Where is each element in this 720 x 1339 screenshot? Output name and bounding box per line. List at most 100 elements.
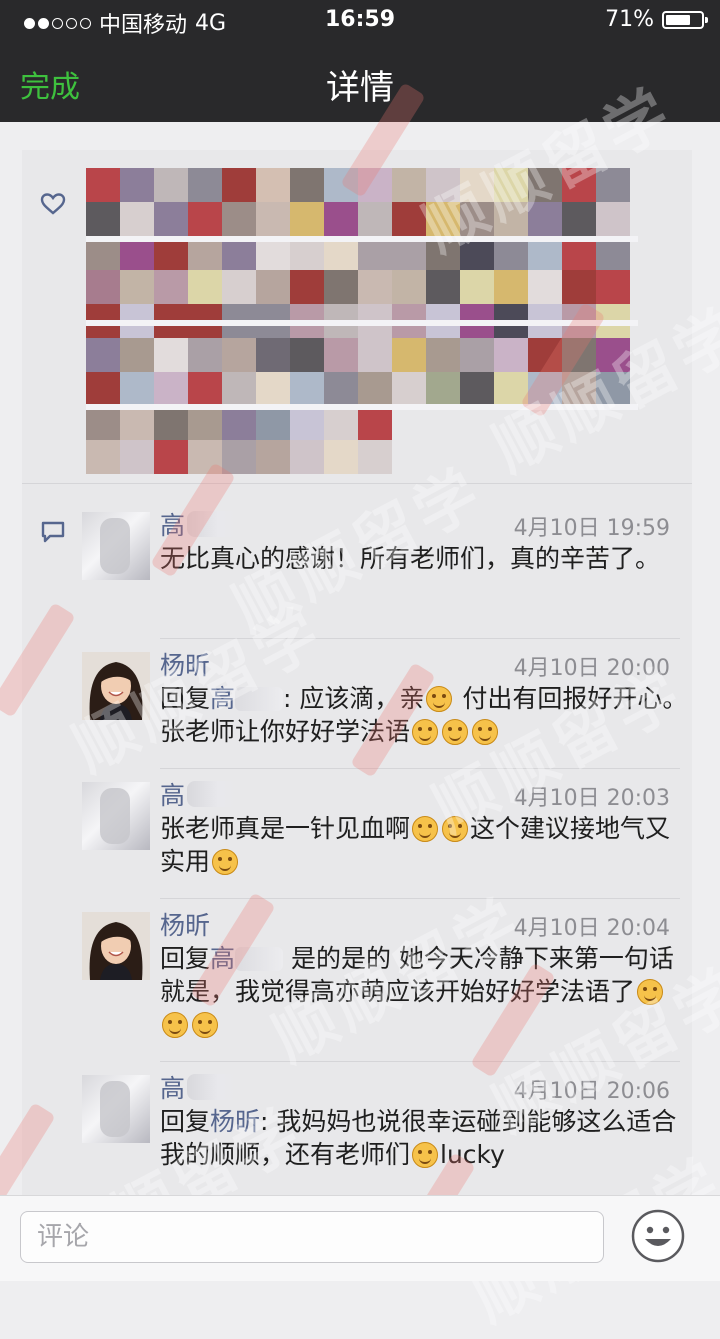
reply-target[interactable]: 杨昕 [210,1107,260,1136]
image-tile [562,168,596,202]
image-tile [596,168,630,202]
image-tile [460,202,494,236]
image-tile [426,372,460,406]
image-tile [528,338,562,372]
image-tile [596,338,630,372]
image-tile [86,202,120,236]
image-tile [154,406,188,440]
image-tile [256,270,290,304]
image-tile [596,372,630,406]
comment-divider [160,638,680,639]
thinking-emoji-icon [472,719,499,745]
comment-text: 回复杨昕: 我妈妈也说很幸运碰到能够这么适合我的顺顺，还有老师们 lucky [160,1107,677,1169]
image-tile [256,168,290,202]
image-tile [358,338,392,372]
image-tile [256,202,290,236]
image-tile [528,270,562,304]
image-tile [188,406,222,440]
status-bar: 中国移动 4G 16:59 71% [0,0,720,40]
image-tile [86,270,120,304]
thinking-emoji-icon [442,719,469,745]
commenter-name[interactable]: 杨昕 [160,646,210,682]
image-tile [528,202,562,236]
heart-icon[interactable] [40,193,66,215]
avatar[interactable] [82,652,150,720]
image-tile [290,270,324,304]
image-tile [290,338,324,372]
reply-target[interactable]: 高 [210,684,284,713]
image-tile [188,440,222,474]
image-tile [358,372,392,406]
image-tile [324,338,358,372]
avatar[interactable] [82,782,150,850]
image-tile [188,270,222,304]
image-tile [154,338,188,372]
thinking-emoji-icon [637,979,664,1005]
image-tile [392,338,426,372]
image-tile [460,168,494,202]
image-tile [120,168,154,202]
thinking-emoji-icon [162,1012,188,1038]
image-tile [494,338,528,372]
image-tile [358,406,392,440]
comment-time: 4月10日 19:59 [513,516,670,541]
avatar[interactable] [82,1075,150,1143]
comment-item[interactable]: 高 4月10日 19:59 无比真心的感谢！所有老师们，真的辛苦了。 [82,511,682,622]
image-tile [392,168,426,202]
grin-emoji-icon [412,816,439,842]
top-bar: 中国移动 4G 16:59 71% 完成 详情 [0,0,720,122]
image-tile [188,372,222,406]
thinking-emoji-icon [412,719,439,745]
avatar[interactable] [82,912,150,980]
commenter-name[interactable]: 高 [160,1069,240,1105]
image-tile [154,202,188,236]
avatar[interactable] [82,512,150,580]
commenter-name[interactable]: 杨昕 [160,906,210,942]
commenter-name[interactable]: 高 [160,776,240,812]
comment-item[interactable]: 高 4月10日 20:03 张老师真是一针见血啊 这个建议接地气又实用 [82,781,682,892]
image-tile [188,338,222,372]
image-tile [290,406,324,440]
image-tile [222,440,256,474]
reply-target[interactable]: 高 [210,944,284,973]
grin-emoji-icon [442,816,469,842]
image-tile [528,168,562,202]
section-divider [22,483,692,484]
image-tear [86,236,638,242]
nav-bar: 完成 详情 [0,40,720,122]
comment-time: 4月10日 20:06 [513,1079,670,1104]
image-tile [256,372,290,406]
comment-input[interactable] [20,1211,604,1263]
image-tile [392,270,426,304]
image-tile [120,338,154,372]
image-tile [392,202,426,236]
image-tile [222,338,256,372]
image-tile [562,338,596,372]
image-tile [494,270,528,304]
comment-time: 4月10日 20:03 [513,786,670,811]
comment-text: 回复高: 应该滴，亲 付出有回报好开心。张老师让你好好学法语 [160,684,688,746]
comment-divider [160,898,680,899]
image-tile [188,168,222,202]
comment-item[interactable]: 杨昕 4月10日 20:00 回复高: 应该滴，亲 付出有回报好开心。张老师让你… [82,651,687,762]
battery-percent: 71% [605,7,654,32]
smiley-icon[interactable] [631,1209,685,1263]
post-image[interactable] [86,168,638,474]
comment-item[interactable]: 杨昕 4月10日 20:04 回复高 是的是的 她今天冷静下来第一句话就是，我觉… [82,911,682,1052]
image-tile [426,270,460,304]
commenter-name[interactable]: 高 [160,506,240,542]
image-tile [222,406,256,440]
image-tile [392,372,426,406]
image-tile [222,202,256,236]
image-tile [86,440,120,474]
image-tile [154,440,188,474]
image-tile [256,338,290,372]
image-tile [154,270,188,304]
image-tile [86,338,120,372]
image-tile [528,372,562,406]
image-tile [324,202,358,236]
comment-text: 回复高 是的是的 她今天冷静下来第一句话就是，我觉得高亦萌应该开始好好学法语了 [160,942,688,1041]
comment-item[interactable]: 高 4月10日 20:06 回复杨昕: 我妈妈也说很幸运碰到能够这么适合我的顺顺… [82,1074,682,1185]
image-tile [494,202,528,236]
image-tile [460,338,494,372]
